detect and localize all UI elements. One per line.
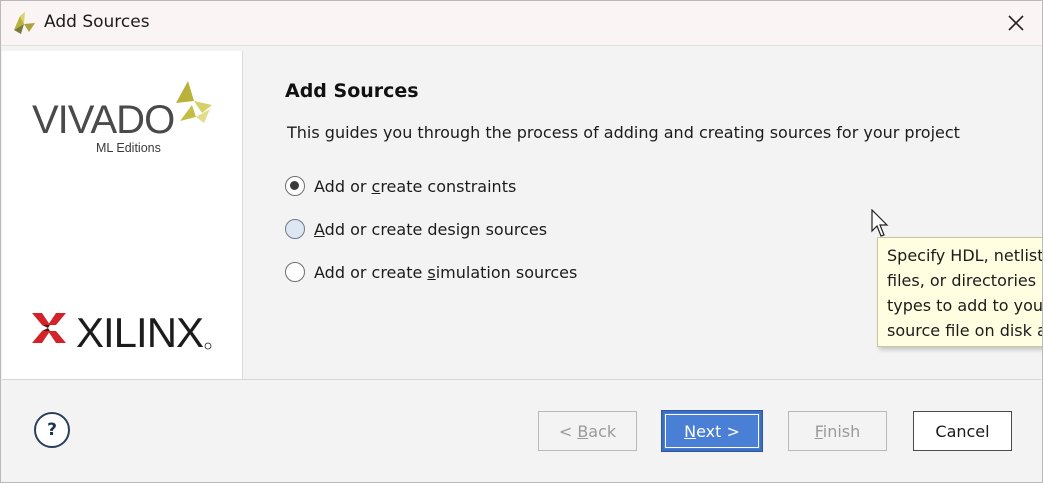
window-title: Add Sources [44, 12, 150, 32]
close-icon [1008, 15, 1024, 31]
option-constraints[interactable]: Add or create constraints [285, 173, 516, 199]
page-title: Add Sources [285, 80, 419, 102]
tooltip-line: types to add to you [887, 296, 1043, 315]
vivado-logo-subtitle: ML Editions [96, 141, 161, 155]
option-design-sources-label: Add or create design sources [314, 219, 548, 239]
tooltip-line: Specify HDL, netlist, [887, 246, 1043, 265]
vivado-logo-text: VIVADO [32, 98, 174, 142]
radio-constraints[interactable] [285, 176, 305, 196]
radio-simulation-sources[interactable] [285, 262, 305, 282]
tooltip: Specify HDL, netlist, files, or director… [877, 237, 1043, 347]
close-button[interactable] [990, 1, 1042, 45]
back-button[interactable]: < Back [538, 411, 637, 451]
next-button[interactable]: Next > [661, 410, 763, 452]
help-button[interactable]: ? [34, 412, 70, 448]
radio-design-sources[interactable] [285, 219, 305, 239]
footer-divider [2, 379, 1041, 380]
vivado-logo: VIVADO ML Editions [32, 81, 212, 155]
add-sources-dialog: Add Sources VIVADO ML Editions XILINX Ad… [0, 0, 1043, 483]
page-description: This guides you through the process of a… [287, 123, 960, 142]
finish-button[interactable]: Finish [788, 411, 887, 451]
mouse-cursor-icon [871, 209, 889, 237]
xilinx-logo: XILINX [32, 309, 212, 355]
branding-panel: VIVADO ML Editions XILINX [2, 51, 242, 379]
tooltip-line: source file on disk a [887, 321, 1043, 340]
option-simulation-sources[interactable]: Add or create simulation sources [285, 259, 577, 285]
vivado-app-icon [14, 12, 35, 34]
panel-divider [242, 51, 243, 379]
xilinx-logo-text: XILINX [76, 309, 204, 355]
option-constraints-label: Add or create constraints [314, 176, 517, 196]
option-simulation-sources-label: Add or create simulation sources [314, 262, 578, 282]
tooltip-line: files, or directories c [887, 271, 1043, 290]
option-design-sources[interactable]: Add or create design sources [285, 216, 547, 242]
cancel-button[interactable]: Cancel [913, 411, 1012, 451]
title-bar: Add Sources [1, 1, 1042, 46]
